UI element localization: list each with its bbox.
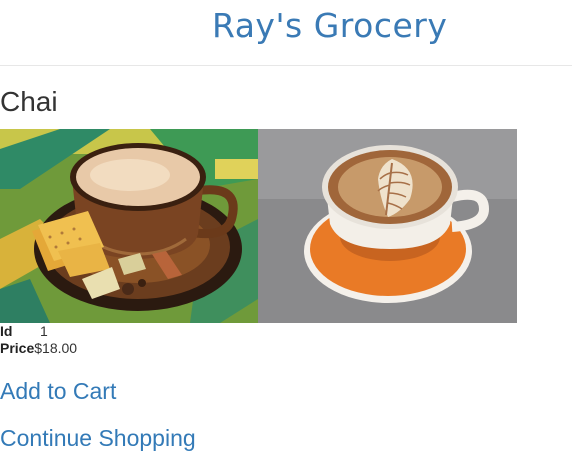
product-details: Id 1 Price$18.00 xyxy=(0,323,77,357)
product-images xyxy=(0,129,517,323)
site-title: Ray's Grocery xyxy=(212,6,448,45)
continue-shopping-link[interactable]: Continue Shopping xyxy=(0,425,196,452)
product-id-row: Id 1 xyxy=(0,323,77,340)
price-value: $18.00 xyxy=(34,340,78,356)
price-label: Price xyxy=(0,340,35,356)
site-header: Ray's Grocery xyxy=(0,0,572,66)
id-label: Id xyxy=(0,323,13,339)
latte-image xyxy=(258,129,517,323)
product-name: Chai xyxy=(0,86,58,117)
add-to-cart-link[interactable]: Add to Cart xyxy=(0,378,116,405)
chai-tea-image xyxy=(0,129,258,323)
product-price-row: Price$18.00 xyxy=(0,340,77,357)
id-value: 1 xyxy=(40,323,48,339)
